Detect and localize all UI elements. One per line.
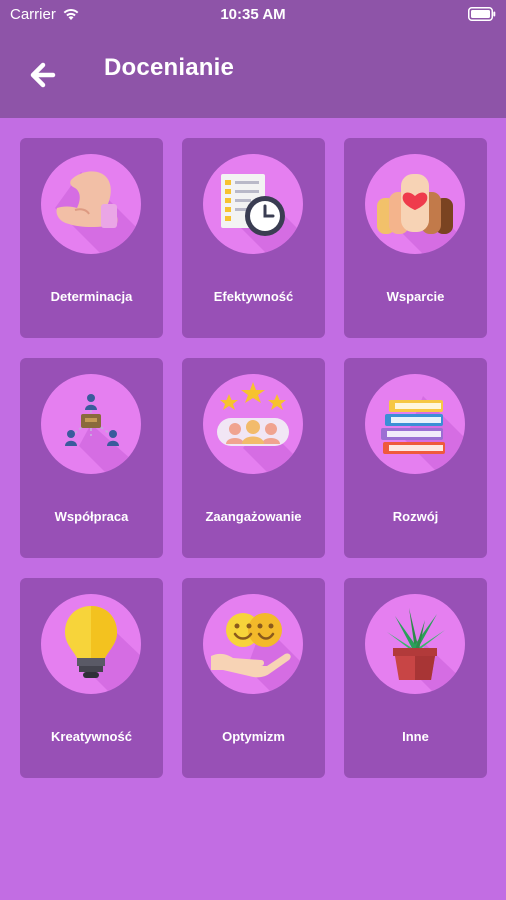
team-network-icon (65, 394, 141, 474)
app-header: Carrier 10:35 AM Docenianie (0, 0, 506, 118)
icon-circle (365, 154, 465, 254)
category-card-optymizm[interactable]: Optymizm (182, 578, 325, 778)
category-label: Efektywność (213, 289, 294, 304)
icon-circle (203, 594, 303, 694)
potted-plant-icon (387, 608, 465, 694)
flexed-arm-icon (55, 171, 141, 254)
icon-circle (41, 594, 141, 694)
icon-circle (41, 374, 141, 474)
icon-circle (365, 374, 465, 474)
checklist-clock-icon (221, 174, 303, 254)
smiling-faces-hand-icon (211, 613, 303, 694)
category-label: Determinacja (50, 289, 133, 304)
category-label: Inne (402, 729, 429, 744)
raised-hands-heart-icon (377, 174, 465, 254)
back-button[interactable] (26, 58, 60, 92)
category-card-rozwoj[interactable]: Rozwój (344, 358, 487, 558)
category-card-inne[interactable]: Inne (344, 578, 487, 778)
arrow-left-icon (30, 62, 56, 88)
category-label: Współpraca (54, 509, 129, 524)
status-time: 10:35 AM (220, 6, 286, 23)
icon-circle (203, 374, 303, 474)
icon-circle (365, 594, 465, 694)
category-card-wspolpraca[interactable]: Współpraca (20, 358, 163, 558)
category-card-kreatywnosc[interactable]: Kreatywność (20, 578, 163, 778)
category-label: Kreatywność (51, 729, 132, 744)
people-stars-icon (217, 382, 303, 474)
category-label: Rozwój (392, 509, 439, 524)
battery-icon (468, 7, 496, 21)
category-label: Zaangażowanie (205, 509, 302, 524)
category-card-efektywnosc[interactable]: Efektywność (182, 138, 325, 338)
category-card-zaangazowanie[interactable]: Zaangażowanie (182, 358, 325, 558)
category-card-wsparcie[interactable]: Wsparcie (344, 138, 487, 338)
light-bulb-icon (65, 606, 141, 694)
status-bar: Carrier 10:35 AM (0, 0, 506, 30)
icon-circle (41, 154, 141, 254)
category-label: Optymizm (222, 729, 285, 744)
category-card-determinacja[interactable]: Determinacja (20, 138, 163, 338)
book-stack-icon (381, 396, 465, 474)
category-label: Wsparcie (386, 289, 445, 304)
icon-circle (203, 154, 303, 254)
category-grid: Determinacja Efektywność Wsparcie Współp… (20, 138, 487, 778)
page-title: Docenianie (104, 54, 235, 81)
